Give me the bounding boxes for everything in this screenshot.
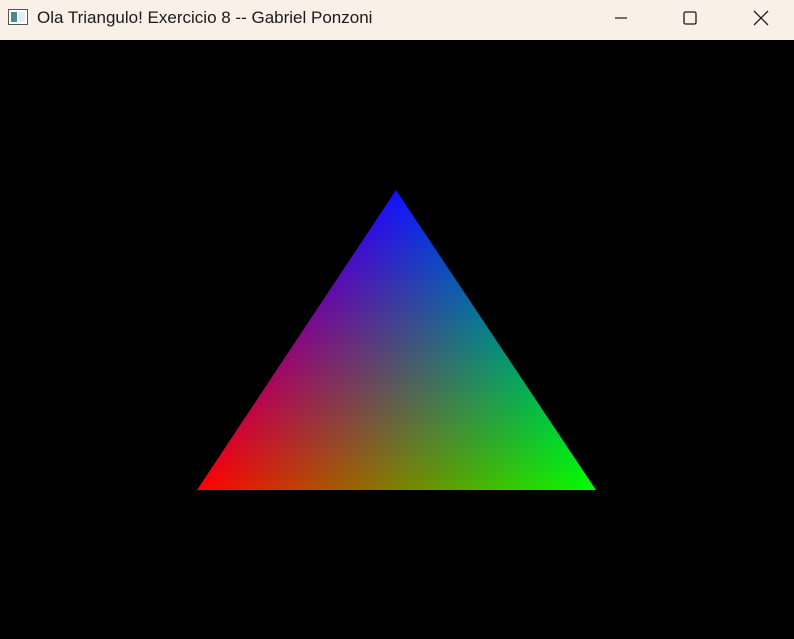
maximize-button[interactable] (655, 0, 725, 36)
window-app-icon (8, 9, 28, 25)
title-bar[interactable]: Ola Triangulo! Exercicio 8 -- Gabriel Po… (0, 0, 794, 40)
render-canvas (0, 40, 794, 639)
triangle-blue-channel (197, 190, 596, 490)
rendered-triangle-svg (197, 190, 596, 490)
close-icon (753, 10, 769, 26)
window-title: Ola Triangulo! Exercicio 8 -- Gabriel Po… (37, 8, 373, 27)
app-window: Ola Triangulo! Exercicio 8 -- Gabriel Po… (0, 0, 794, 639)
maximize-icon (683, 11, 697, 25)
close-button[interactable] (726, 0, 794, 36)
minimize-icon (615, 17, 627, 19)
minimize-button[interactable] (586, 0, 656, 36)
